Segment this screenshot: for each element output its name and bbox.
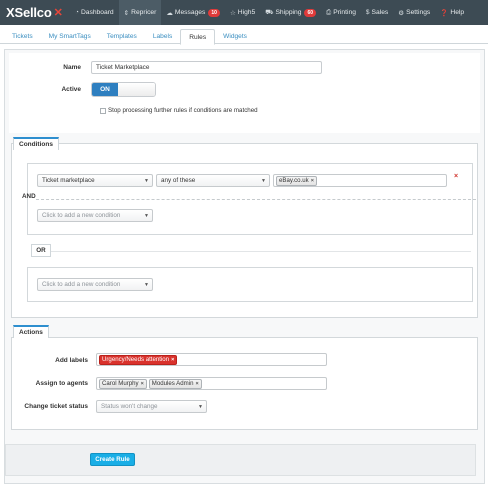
tag-text: Modules Admin	[151, 380, 194, 387]
toggle-on-label: ON	[92, 83, 118, 96]
tag-text: Urgency/Needs attention	[102, 356, 170, 363]
tag-text: eBay.co.uk	[279, 177, 309, 184]
select-value: Ticket marketplace	[42, 177, 95, 184]
logo-x-icon: ✕	[53, 7, 63, 19]
nav-printing[interactable]: ⎙ Printing	[321, 0, 361, 25]
label-tag: Urgency/Needs attention ×	[99, 354, 178, 365]
add-condition-select-2[interactable]: Click to add a new condition ▼	[37, 278, 153, 291]
sort-icon: ⇕	[123, 9, 130, 17]
stop-processing-checkbox[interactable]	[100, 108, 106, 114]
form-footer	[5, 444, 476, 476]
shipping-badge: 60	[304, 8, 317, 17]
labels-input[interactable]: Urgency/Needs attention ×	[96, 353, 327, 366]
tab-tickets[interactable]: Tickets	[4, 29, 41, 44]
nav-settings[interactable]: ⚙ Settings	[393, 0, 435, 25]
assign-agents-label: Assign to agents	[35, 380, 88, 387]
nav-label: Printing	[333, 9, 356, 16]
nav-dashboard[interactable]: ◔ Dashboard	[70, 0, 119, 25]
dashboard-icon: ◔	[75, 9, 79, 16]
nav-shipping[interactable]: ⛟ Shipping 60	[260, 0, 321, 25]
agents-input[interactable]: Carol Murphy × Modules Admin ×	[96, 377, 327, 390]
tab-rules[interactable]: Rules	[180, 29, 216, 45]
select-placeholder: Click to add a new condition	[42, 212, 121, 219]
condition-field-select[interactable]: Ticket marketplace ▼	[37, 174, 153, 187]
agent-tag: Modules Admin ×	[148, 378, 202, 389]
conditions-header: Conditions	[13, 137, 59, 150]
name-label: Name	[63, 64, 81, 71]
or-divider	[51, 251, 471, 252]
nav-label: Dashboard	[80, 9, 114, 16]
create-rule-button[interactable]: Create Rule	[90, 453, 135, 466]
tab-my-smarttags[interactable]: My SmartTags	[41, 29, 99, 44]
active-toggle[interactable]: ON	[91, 82, 156, 97]
nav-label: High5	[237, 9, 256, 16]
tab-bar: Tickets My SmartTags Templates Labels Ru…	[0, 29, 488, 45]
chat-icon: ☁	[166, 9, 173, 17]
stop-processing-label: Stop processing further rules if conditi…	[108, 107, 258, 114]
star-icon: ☆	[229, 9, 236, 17]
remove-condition-icon[interactable]: ×	[454, 173, 458, 180]
nav-label: Shipping	[275, 9, 302, 16]
gear-icon: ⚙	[398, 9, 405, 17]
tab-templates[interactable]: Templates	[99, 29, 145, 44]
nav-repricer[interactable]: ⇕ Repricer	[118, 0, 162, 25]
chevron-down-icon: ▼	[144, 213, 149, 219]
nav-help[interactable]: ❓ Help	[435, 0, 469, 25]
nav-label: Help	[450, 9, 465, 16]
chevron-down-icon: ▼	[261, 178, 266, 184]
remove-tag-icon[interactable]: ×	[195, 381, 198, 387]
nav-sales[interactable]: $ Sales	[361, 0, 393, 25]
condition-operator-select[interactable]: any of these ▼	[156, 174, 270, 187]
remove-tag-icon[interactable]: ×	[311, 178, 314, 184]
chevron-down-icon: ▼	[144, 178, 149, 184]
remove-tag-icon[interactable]: ×	[171, 357, 174, 363]
top-navbar: XSellco ✕ ◔ Dashboard ⇕ Repricer ☁ Messages…	[0, 0, 488, 25]
add-labels-label: Add labels	[55, 357, 88, 364]
tab-widgets[interactable]: Widgets	[215, 29, 255, 44]
nav-label: Sales	[371, 9, 389, 16]
nav-label: Messages	[174, 9, 206, 16]
tab-labels[interactable]: Labels	[145, 29, 180, 44]
messages-badge: 10	[208, 8, 220, 17]
select-placeholder: Click to add a new condition	[42, 281, 121, 288]
and-divider	[36, 199, 476, 200]
nav-messages[interactable]: ☁ Messages 10	[161, 0, 225, 25]
value-tag: eBay.co.uk ×	[276, 175, 317, 186]
ticket-status-select[interactable]: Status won't change ▼	[96, 400, 207, 413]
nav-label: Repricer	[131, 9, 157, 16]
brand-name: XSellco	[6, 5, 52, 20]
active-label: Active	[61, 86, 81, 93]
select-placeholder: Status won't change	[101, 403, 158, 410]
agent-tag: Carol Murphy ×	[99, 378, 147, 389]
add-condition-select[interactable]: Click to add a new condition ▼	[37, 209, 153, 222]
tag-text: Carol Murphy	[102, 380, 139, 387]
dollar-icon: $	[365, 9, 370, 16]
remove-tag-icon[interactable]: ×	[141, 381, 144, 387]
printer-icon: ⎙	[326, 8, 332, 16]
nav-label: Settings	[406, 9, 431, 16]
truck-icon: ⛟	[265, 9, 274, 16]
chevron-down-icon: ▼	[198, 404, 203, 410]
ticket-status-label: Change ticket status	[24, 403, 88, 410]
and-label: AND	[22, 193, 36, 200]
logo[interactable]: XSellco ✕	[0, 0, 70, 25]
chevron-down-icon: ▼	[144, 282, 149, 288]
or-button[interactable]: OR	[31, 244, 51, 257]
name-input[interactable]: Ticket Marketplace	[91, 61, 322, 74]
actions-header: Actions	[13, 325, 49, 338]
nav-high5[interactable]: ☆ High5	[225, 0, 260, 25]
help-icon: ❓	[440, 9, 449, 17]
select-value: any of these	[161, 177, 196, 184]
condition-value-input[interactable]: eBay.co.uk ×	[273, 174, 447, 187]
toggle-knob	[118, 83, 155, 96]
